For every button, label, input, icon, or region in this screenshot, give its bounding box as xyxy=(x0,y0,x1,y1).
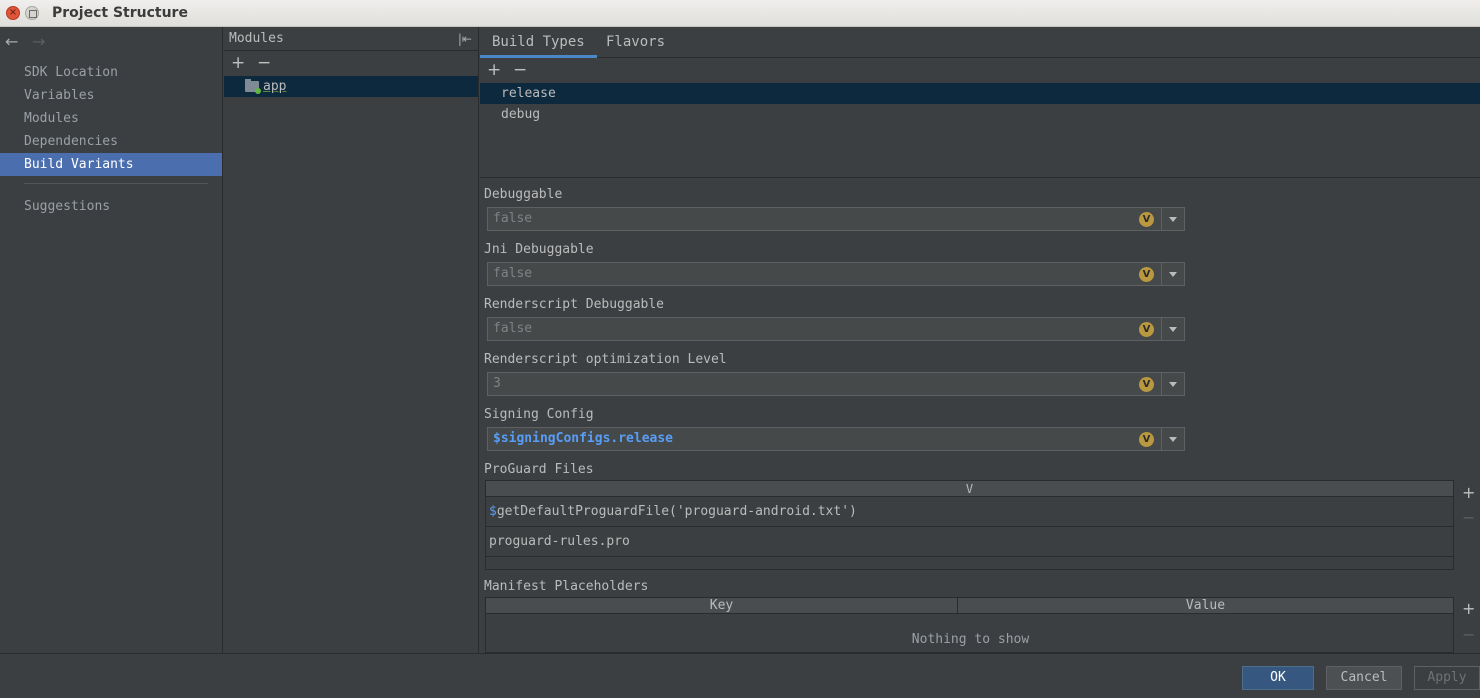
reference-prefix: $ xyxy=(489,504,497,519)
debuggable-label: Debuggable xyxy=(484,187,563,202)
chevron-down-icon[interactable] xyxy=(1161,318,1184,340)
add-build-type-button[interactable]: + xyxy=(487,60,501,80)
build-type-release[interactable]: release xyxy=(480,83,1480,104)
tab-flavors[interactable]: Flavors xyxy=(594,27,677,58)
signing-config-combo[interactable]: $signingConfigs.release V xyxy=(487,427,1185,451)
renderscript-debuggable-combo[interactable]: false V xyxy=(487,317,1185,341)
renderscript-opt-level-value: 3 xyxy=(493,376,501,391)
maximize-window-icon[interactable] xyxy=(25,6,39,20)
manifest-placeholders-header: Key Value xyxy=(486,598,1453,614)
renderscript-debuggable-label: Renderscript Debuggable xyxy=(484,297,665,312)
signing-config-label: Signing Config xyxy=(484,407,594,422)
list-item[interactable]: app xyxy=(224,76,478,97)
proguard-column-header: V xyxy=(486,481,1453,497)
sidebar-item-dependencies[interactable]: Dependencies xyxy=(0,130,222,153)
sidebar: ← → SDK Location Variables Modules Depen… xyxy=(0,27,223,653)
back-arrow-icon[interactable]: ← xyxy=(5,32,18,51)
chevron-down-icon[interactable] xyxy=(1161,263,1184,285)
jni-debuggable-value: false xyxy=(493,266,533,281)
build-types-panel: Build Types Flavors + − release debug De… xyxy=(480,27,1480,653)
tab-build-types[interactable]: Build Types xyxy=(480,27,597,58)
signing-config-value: $signingConfigs.release xyxy=(493,431,674,446)
sidebar-list: SDK Location Variables Modules Dependenc… xyxy=(0,61,222,176)
title-bar: × Project Structure xyxy=(0,0,1480,27)
apply-button[interactable]: Apply xyxy=(1414,666,1480,690)
renderscript-opt-level-label: Renderscript optimization Level xyxy=(484,352,727,367)
sidebar-divider xyxy=(24,183,208,184)
debuggable-value: false xyxy=(493,211,533,226)
proguard-files-label: ProGuard Files xyxy=(484,462,594,477)
jni-debuggable-label: Jni Debuggable xyxy=(484,242,594,257)
sidebar-item-build-variants[interactable]: Build Variants xyxy=(0,153,222,176)
android-module-badge-icon xyxy=(255,88,261,94)
tab-bar: Build Types Flavors xyxy=(480,27,1480,58)
modules-header: Modules |⇤ xyxy=(224,27,478,51)
renderscript-opt-level-combo[interactable]: 3 V xyxy=(487,372,1185,396)
close-window-icon[interactable]: × xyxy=(6,6,20,20)
add-proguard-file-button[interactable]: + xyxy=(1462,485,1475,501)
chevron-down-icon[interactable] xyxy=(1161,208,1184,230)
sidebar-item-suggestions[interactable]: Suggestions xyxy=(0,195,222,218)
remove-placeholder-button[interactable]: − xyxy=(1462,627,1475,643)
chevron-down-icon[interactable] xyxy=(1161,373,1184,395)
manifest-placeholders-table: Key Value Nothing to show xyxy=(485,597,1454,653)
key-column-header[interactable]: Key xyxy=(486,598,958,613)
value-column-header[interactable]: Value xyxy=(958,598,1453,613)
proguard-files-table: V $getDefaultProguardFile('proguard-andr… xyxy=(485,480,1454,570)
table-row[interactable]: $getDefaultProguardFile('proguard-androi… xyxy=(486,497,1453,527)
modules-toolbar: + − xyxy=(224,51,478,76)
modules-panel: Modules |⇤ + − app xyxy=(224,27,479,653)
debuggable-combo[interactable]: false V xyxy=(487,207,1185,231)
collapse-panel-icon[interactable]: |⇤ xyxy=(458,27,472,51)
remove-proguard-file-button[interactable]: − xyxy=(1462,510,1475,526)
sidebar-item-modules[interactable]: Modules xyxy=(0,107,222,130)
variable-badge-icon[interactable]: V xyxy=(1139,432,1154,447)
table-row[interactable]: proguard-rules.pro xyxy=(486,527,1453,557)
variable-badge-icon[interactable]: V xyxy=(1139,322,1154,337)
chevron-down-icon[interactable] xyxy=(1161,428,1184,450)
ok-button[interactable]: OK xyxy=(1242,666,1314,690)
variable-badge-icon[interactable]: V xyxy=(1139,212,1154,227)
build-types-list: release debug xyxy=(480,83,1480,178)
variable-badge-icon[interactable]: V xyxy=(1139,377,1154,392)
window-title: Project Structure xyxy=(52,5,188,21)
build-types-toolbar: + − xyxy=(480,58,1480,83)
add-module-button[interactable]: + xyxy=(231,53,245,73)
module-label: app xyxy=(263,79,287,94)
empty-state-text: Nothing to show xyxy=(911,632,1030,647)
remove-module-button[interactable]: − xyxy=(257,53,271,73)
jni-debuggable-combo[interactable]: false V xyxy=(487,262,1185,286)
dialog-footer: OK Cancel Apply xyxy=(0,653,1480,698)
proguard-file-text: proguard-rules.pro xyxy=(489,534,630,549)
modules-title: Modules xyxy=(229,31,284,46)
build-type-debug[interactable]: debug xyxy=(480,104,1480,125)
renderscript-debuggable-value: false xyxy=(493,321,533,336)
variable-badge-icon[interactable]: V xyxy=(1139,267,1154,282)
sidebar-item-variables[interactable]: Variables xyxy=(0,84,222,107)
cancel-button[interactable]: Cancel xyxy=(1326,666,1402,690)
proguard-file-text: getDefaultProguardFile('proguard-android… xyxy=(496,504,857,519)
add-placeholder-button[interactable]: + xyxy=(1462,601,1475,617)
forward-arrow-icon[interactable]: → xyxy=(32,32,45,51)
manifest-placeholders-label: Manifest Placeholders xyxy=(484,579,649,594)
remove-build-type-button[interactable]: − xyxy=(513,60,527,80)
sidebar-item-sdk-location[interactable]: SDK Location xyxy=(0,61,222,84)
